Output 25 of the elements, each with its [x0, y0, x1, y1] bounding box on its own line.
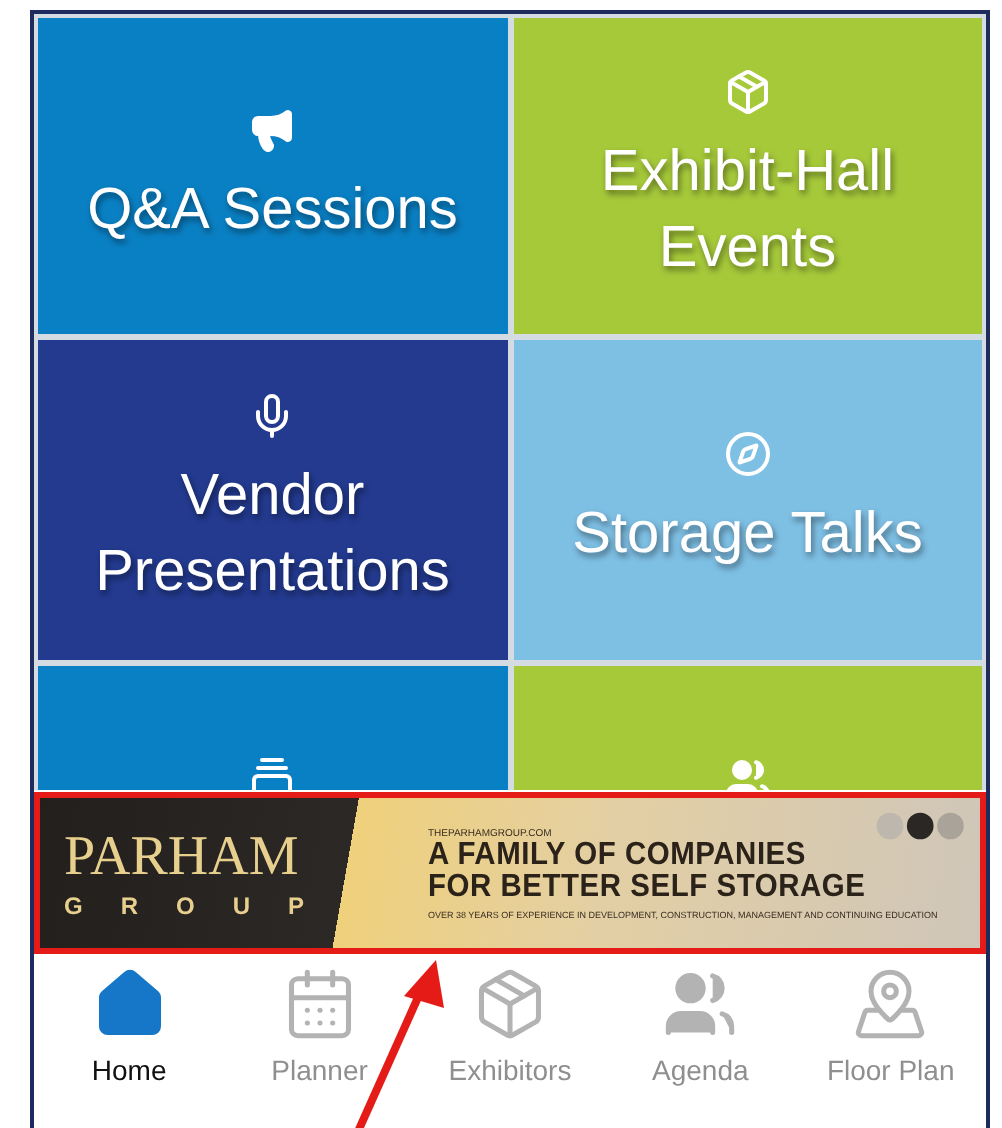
headline: A FAMILY OF COMPANIES [428, 839, 808, 871]
tile-label: Q&A Sessions [87, 175, 458, 245]
tab[interactable]: Agenda [610, 966, 791, 1086]
menu-tile[interactable]: Exhibit-Hall Events [513, 18, 982, 334]
compass-icon [723, 429, 772, 477]
menu-tile[interactable]: Storage Talks [513, 340, 982, 660]
gallery-icon [248, 756, 297, 790]
menu-tile[interactable]: Q&A Sessions [38, 18, 507, 334]
menu-tile[interactable] [38, 666, 507, 790]
menu-tile[interactable] [513, 666, 982, 790]
users-icon [723, 756, 772, 790]
tab[interactable]: Planner [229, 966, 410, 1086]
tab[interactable]: Floor Plan [800, 966, 981, 1086]
package-icon [723, 67, 772, 115]
tile-label: Exhibit-Hall Events [598, 137, 897, 283]
logo-word: PARHAM [64, 827, 301, 887]
tab[interactable]: Home [39, 966, 220, 1086]
logo-subtitle: GROUP [64, 891, 345, 919]
tile-label: Vendor Presentations [93, 461, 452, 607]
menu-tile[interactable]: Vendor Presentations [38, 340, 507, 660]
megaphone-icon [248, 105, 297, 153]
map-pin-icon [852, 966, 929, 1042]
headline: FOR BETTER SELF STORAGE [428, 871, 868, 903]
tile-label: Storage Talks [572, 499, 923, 569]
tab[interactable]: Exhibitors [419, 966, 600, 1086]
